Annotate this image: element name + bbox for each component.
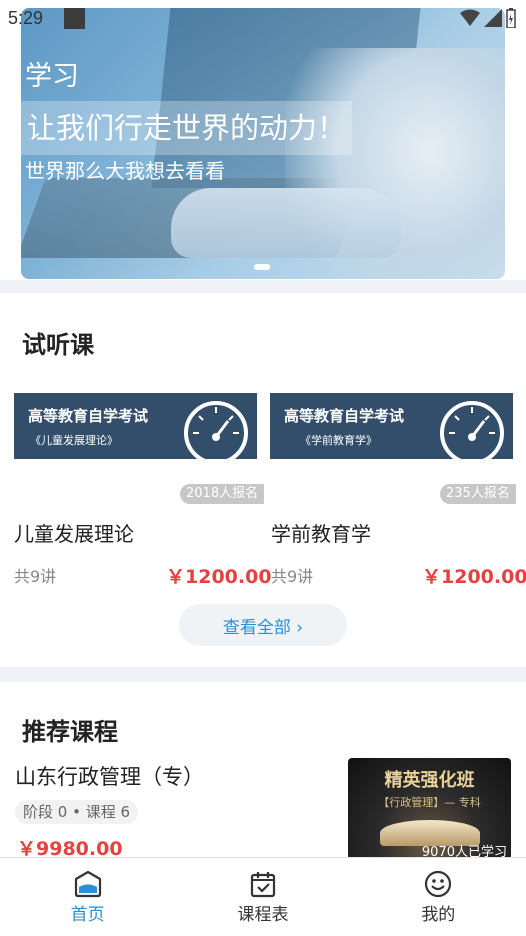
wifi-icon xyxy=(460,9,480,26)
cover-title: 精英强化班 xyxy=(384,770,475,791)
trial-section-title: 试听课 xyxy=(22,331,94,359)
nav-schedule[interactable]: 课程表 xyxy=(175,858,350,936)
course-price: ￥1200.00 xyxy=(422,566,526,588)
cover-subtitle: 《儿童发展理论》 xyxy=(30,434,118,447)
nav-label: 课程表 xyxy=(237,905,289,925)
course-cover: 高等教育自学考试 《学前教育学》 xyxy=(270,393,513,459)
enrolled-count: 2018人报名 xyxy=(180,484,265,504)
cover-title: 高等教育自学考试 xyxy=(284,407,405,425)
section-divider xyxy=(0,280,526,293)
lesson-count: 共9讲 xyxy=(14,567,57,586)
trial-course-card[interactable]: 高等教育自学考试 《儿童发展理论》 xyxy=(14,393,257,459)
recommended-course-name[interactable]: 山东行政管理（专） xyxy=(15,761,204,791)
nav-home[interactable]: 首页 xyxy=(0,858,175,936)
app-screen: 5:29 学习 让我们行走世界的动力！ 世界那么大我想去看看 试听课 高等教育自… xyxy=(0,0,526,936)
cover-subtitle: 【行政管理】— 专科 xyxy=(378,796,481,809)
battery-icon xyxy=(506,8,516,28)
status-bar: 5:29 xyxy=(0,0,526,36)
gauge-icon xyxy=(440,401,504,459)
banner-subtitle: 世界那么大我想去看看 xyxy=(25,159,225,183)
home-icon xyxy=(74,870,101,898)
carousel-indicator[interactable] xyxy=(254,264,270,270)
nav-label: 首页 xyxy=(70,905,105,925)
status-time: 5:29 xyxy=(8,8,44,28)
view-all-button[interactable]: 查看全部 › xyxy=(179,604,347,646)
course-price: ￥1200.00 xyxy=(166,566,272,588)
signal-icon xyxy=(484,9,502,27)
cover-subtitle: 《学前教育学》 xyxy=(300,434,377,447)
course-name[interactable]: 学前教育学 xyxy=(271,518,371,547)
nav-profile[interactable]: 我的 xyxy=(351,858,526,936)
course-cover: 高等教育自学考试 《儿童发展理论》 xyxy=(14,393,257,459)
lesson-count: 共9讲 xyxy=(271,567,314,586)
status-icons xyxy=(460,8,516,28)
cover-title: 高等教育自学考试 xyxy=(28,407,149,425)
course-name[interactable]: 儿童发展理论 xyxy=(14,518,134,547)
hero-banner[interactable]: 学习 让我们行走世界的动力！ 世界那么大我想去看看 xyxy=(21,8,505,279)
course-stage-tag: 阶段 0 • 课程 6 xyxy=(15,800,139,824)
trial-course-card[interactable]: 高等教育自学考试 《学前教育学》 xyxy=(270,393,513,459)
smiley-icon xyxy=(425,870,452,898)
banner-slogan: 让我们行走世界的动力！ xyxy=(21,101,353,155)
nav-label: 我的 xyxy=(421,905,456,925)
bottom-nav: 首页 课程表 我的 xyxy=(0,857,526,936)
enrolled-count: 235人报名 xyxy=(440,484,516,504)
section-divider xyxy=(0,667,526,682)
notification-icon xyxy=(64,8,85,29)
gauge-icon xyxy=(184,401,248,459)
recommended-section-title: 推荐课程 xyxy=(22,718,118,746)
calendar-icon xyxy=(250,872,276,898)
banner-hand xyxy=(171,188,401,258)
banner-heading: 学习 xyxy=(25,61,79,92)
recommended-course-cover[interactable]: 精英强化班 【行政管理】— 专科 9070人已学习 xyxy=(348,758,511,860)
